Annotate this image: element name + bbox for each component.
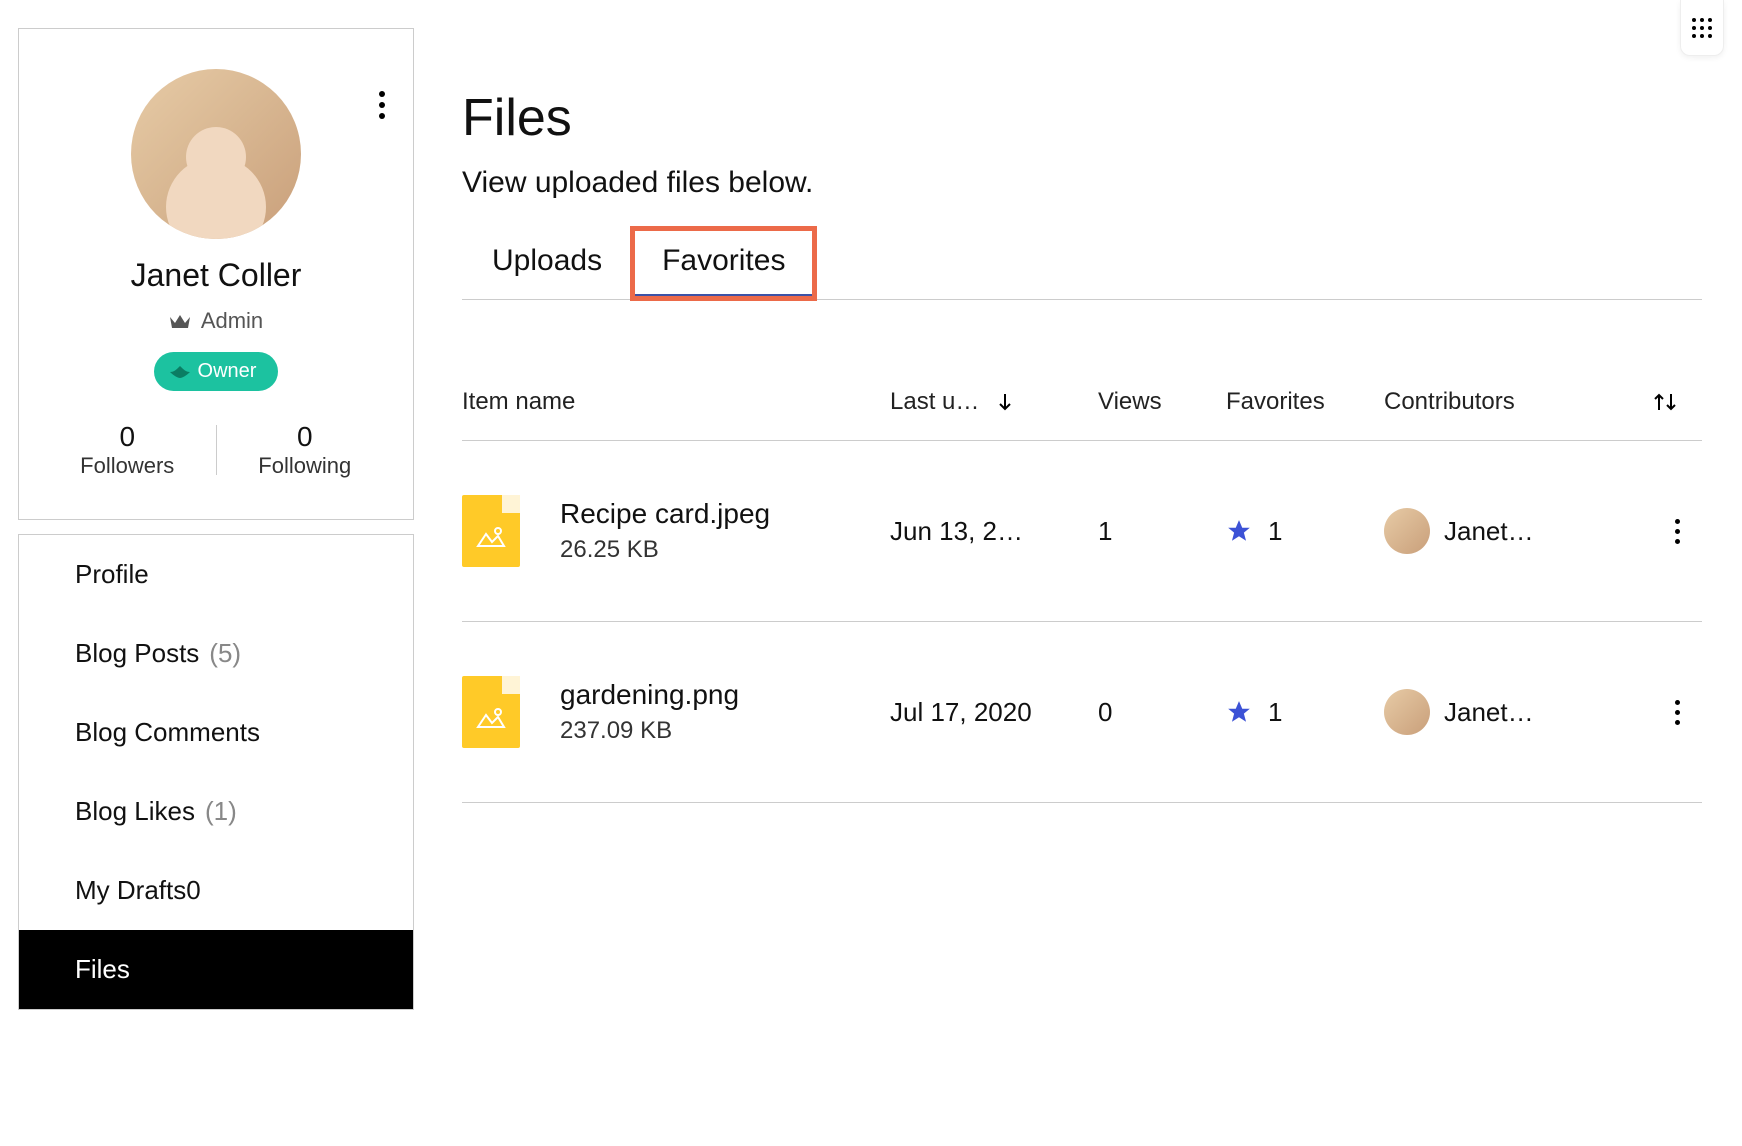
files-table: Item name Last u… Views Favorites Contri… xyxy=(462,364,1702,803)
apps-grip-button[interactable] xyxy=(1680,0,1724,56)
th-views[interactable]: Views xyxy=(1098,388,1218,416)
following-stat[interactable]: 0 Following xyxy=(217,421,394,479)
profile-menu-button[interactable] xyxy=(379,91,385,119)
leaf-icon xyxy=(170,364,190,380)
nav-files[interactable]: Files xyxy=(19,930,413,1009)
avatar xyxy=(131,69,301,239)
following-label: Following xyxy=(217,453,394,479)
following-count: 0 xyxy=(217,421,394,453)
sort-icon xyxy=(1652,392,1678,412)
page-title: Files xyxy=(462,88,1702,148)
file-size: 237.09 KB xyxy=(560,717,739,745)
contributor-name: Janet… xyxy=(1444,697,1534,728)
file-last-updated: Jul 17, 2020 xyxy=(890,697,1090,728)
image-file-icon xyxy=(462,676,520,748)
file-views: 0 xyxy=(1098,697,1218,728)
table-row[interactable]: gardening.png 237.09 KB Jul 17, 2020 0 1… xyxy=(462,622,1702,803)
nav-blog-likes[interactable]: Blog Likes(1) xyxy=(19,772,413,851)
file-size: 26.25 KB xyxy=(560,536,770,564)
table-header: Item name Last u… Views Favorites Contri… xyxy=(462,364,1702,441)
th-favorites[interactable]: Favorites xyxy=(1226,388,1376,416)
arrow-down-icon xyxy=(997,393,1013,411)
grip-icon xyxy=(1692,18,1712,38)
contributor-name: Janet… xyxy=(1444,516,1534,547)
file-contributor[interactable]: Janet… xyxy=(1384,508,1644,554)
row-menu-button[interactable] xyxy=(1652,700,1702,725)
image-file-icon xyxy=(462,495,520,567)
star-icon[interactable] xyxy=(1226,518,1252,544)
owner-label: Owner xyxy=(198,360,257,383)
role-label: Admin xyxy=(201,308,263,334)
file-name: gardening.png xyxy=(560,679,739,711)
followers-label: Followers xyxy=(39,453,216,479)
file-views: 1 xyxy=(1098,516,1218,547)
crown-icon xyxy=(169,313,191,329)
file-name: Recipe card.jpeg xyxy=(560,498,770,530)
profile-card: Janet Coller Admin Owner 0 Followers 0 F… xyxy=(18,28,414,520)
page-subtitle: View uploaded files below. xyxy=(462,166,1702,200)
contributor-avatar xyxy=(1384,689,1430,735)
sidebar-nav: Profile Blog Posts(5) Blog Comments Blog… xyxy=(18,534,414,1010)
followers-count: 0 xyxy=(39,421,216,453)
role-line: Admin xyxy=(39,308,393,334)
kebab-icon xyxy=(1675,519,1680,544)
file-last-updated: Jun 13, 2… xyxy=(890,516,1090,547)
nav-blog-posts[interactable]: Blog Posts(5) xyxy=(19,614,413,693)
th-sort[interactable] xyxy=(1652,392,1702,412)
star-icon[interactable] xyxy=(1226,699,1252,725)
row-menu-button[interactable] xyxy=(1652,519,1702,544)
kebab-icon xyxy=(1675,700,1680,725)
nav-blog-comments[interactable]: Blog Comments xyxy=(19,693,413,772)
file-fav-count: 1 xyxy=(1268,516,1282,547)
th-item-name[interactable]: Item name xyxy=(462,388,882,416)
nav-profile[interactable]: Profile xyxy=(19,535,413,614)
tabs: Uploads Favorites xyxy=(462,228,1702,300)
nav-my-drafts[interactable]: My Drafts0 xyxy=(19,851,413,930)
file-contributor[interactable]: Janet… xyxy=(1384,689,1644,735)
th-last-updated[interactable]: Last u… xyxy=(890,388,1090,416)
followers-stat[interactable]: 0 Followers xyxy=(39,421,216,479)
tab-uploads[interactable]: Uploads xyxy=(462,228,632,299)
th-contributors[interactable]: Contributors xyxy=(1384,388,1644,416)
file-fav-count: 1 xyxy=(1268,697,1282,728)
table-row[interactable]: Recipe card.jpeg 26.25 KB Jun 13, 2… 1 1… xyxy=(462,441,1702,622)
tab-favorites[interactable]: Favorites xyxy=(632,228,815,299)
owner-badge: Owner xyxy=(154,352,279,391)
kebab-icon xyxy=(379,91,385,119)
profile-name: Janet Coller xyxy=(39,257,393,294)
contributor-avatar xyxy=(1384,508,1430,554)
